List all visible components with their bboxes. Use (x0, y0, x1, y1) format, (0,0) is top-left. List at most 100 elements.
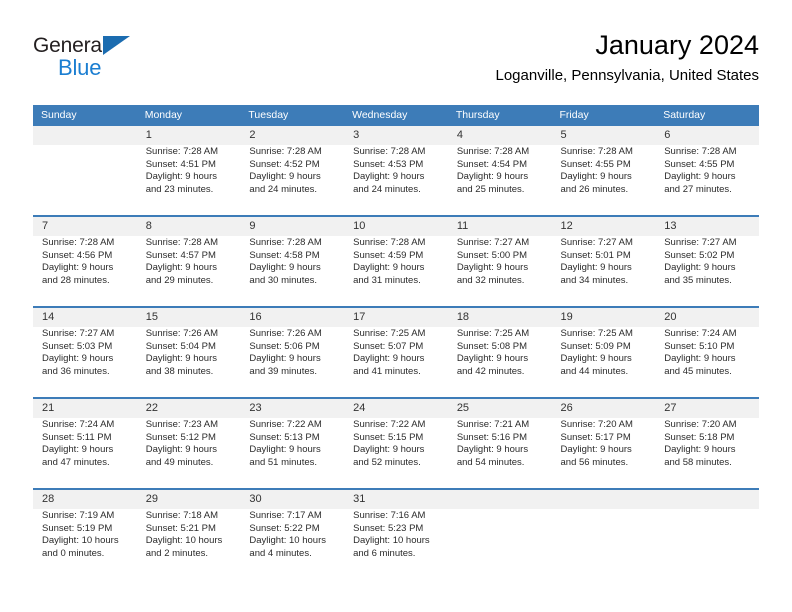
calendar-day-cell[interactable] (447, 488, 552, 579)
calendar-day-cell[interactable]: 20 Sunrise: 7:24 AM Sunset: 5:10 PM Dayl… (655, 306, 759, 398)
sunset-text: Sunset: 5:04 PM (145, 340, 216, 352)
daylight-text-line2: and 28 minutes. (42, 274, 110, 286)
daylight-text-line2: and 6 minutes. (353, 547, 416, 559)
sunset-text: Sunset: 5:18 PM (664, 431, 735, 443)
day-number: 15 (145, 311, 158, 323)
calendar-day-cell[interactable] (551, 488, 656, 579)
calendar-day-cell[interactable]: 27 Sunrise: 7:20 AM Sunset: 5:18 PM Dayl… (655, 397, 759, 489)
sunset-text: Sunset: 5:09 PM (560, 340, 631, 352)
daylight-text-line2: and 29 minutes. (145, 274, 214, 286)
day-number: 29 (145, 493, 158, 505)
sunrise-text: Sunrise: 7:26 AM (249, 328, 322, 339)
daylight-text-line1: Daylight: 9 hours (249, 353, 321, 364)
day-number: 14 (42, 311, 55, 323)
sunrise-text: Sunrise: 7:28 AM (353, 146, 426, 157)
calendar-day-cell[interactable]: 3 Sunrise: 7:28 AM Sunset: 4:53 PM Dayli… (344, 126, 448, 216)
calendar-day-cell[interactable]: 2 Sunrise: 7:28 AM Sunset: 4:52 PM Dayli… (240, 126, 345, 216)
sunset-text: Sunset: 4:58 PM (249, 249, 320, 261)
calendar-day-cell[interactable]: 22 Sunrise: 7:23 AM Sunset: 5:12 PM Dayl… (136, 397, 241, 489)
calendar-day-cell[interactable]: 18 Sunrise: 7:25 AM Sunset: 5:08 PM Dayl… (447, 306, 552, 398)
calendar-day-cell[interactable]: 12 Sunrise: 7:27 AM Sunset: 5:01 PM Dayl… (551, 215, 656, 307)
sunrise-text: Sunrise: 7:25 AM (353, 328, 426, 339)
calendar-day-cell[interactable]: 5 Sunrise: 7:28 AM Sunset: 4:55 PM Dayli… (551, 126, 656, 216)
weekday-header-sunday: Sunday (33, 105, 137, 126)
calendar-day-cell[interactable]: 6 Sunrise: 7:28 AM Sunset: 4:55 PM Dayli… (655, 126, 759, 216)
title-block: January 2024 Loganville, Pennsylvania, U… (496, 28, 760, 87)
day-number: 5 (560, 129, 567, 141)
day-details: Sunrise: 7:23 AM Sunset: 5:12 PM Dayligh… (137, 415, 241, 469)
sunset-text: Sunset: 5:17 PM (560, 431, 631, 443)
calendar-day-cell[interactable]: 15 Sunrise: 7:26 AM Sunset: 5:04 PM Dayl… (136, 306, 241, 398)
day-number: 26 (560, 402, 573, 414)
day-details (655, 506, 759, 510)
calendar-day-cell[interactable]: 4 Sunrise: 7:28 AM Sunset: 4:54 PM Dayli… (447, 126, 552, 216)
calendar-day-cell[interactable]: 10 Sunrise: 7:28 AM Sunset: 4:59 PM Dayl… (344, 215, 448, 307)
calendar-day-cell[interactable]: 9 Sunrise: 7:28 AM Sunset: 4:58 PM Dayli… (240, 215, 345, 307)
day-number: 22 (145, 402, 158, 414)
sunset-text: Sunset: 4:53 PM (353, 158, 424, 170)
calendar-day-cell[interactable]: 26 Sunrise: 7:20 AM Sunset: 5:17 PM Dayl… (551, 397, 656, 489)
calendar-day-cell[interactable]: 29 Sunrise: 7:18 AM Sunset: 5:21 PM Dayl… (136, 488, 241, 579)
calendar-day-cell[interactable]: 30 Sunrise: 7:17 AM Sunset: 5:22 PM Dayl… (240, 488, 345, 579)
calendar-week-row: 21 Sunrise: 7:24 AM Sunset: 5:11 PM Dayl… (33, 397, 759, 489)
calendar-day-cell[interactable]: 17 Sunrise: 7:25 AM Sunset: 5:07 PM Dayl… (344, 306, 448, 398)
calendar-week-row: 28 Sunrise: 7:19 AM Sunset: 5:19 PM Dayl… (33, 488, 759, 579)
daylight-text-line2: and 35 minutes. (664, 274, 732, 286)
daylight-text-line2: and 54 minutes. (456, 456, 525, 468)
day-details: Sunrise: 7:17 AM Sunset: 5:22 PM Dayligh… (240, 506, 344, 560)
calendar-day-cell[interactable]: 16 Sunrise: 7:26 AM Sunset: 5:06 PM Dayl… (240, 306, 345, 398)
sunrise-text: Sunrise: 7:25 AM (456, 328, 530, 339)
daylight-text-line1: Daylight: 9 hours (249, 444, 321, 455)
general-blue-logo[interactable]: General Blue (33, 34, 163, 84)
daylight-text-line1: Daylight: 9 hours (249, 262, 321, 273)
daylight-text-line1: Daylight: 9 hours (353, 171, 425, 182)
day-details: Sunrise: 7:22 AM Sunset: 5:13 PM Dayligh… (240, 415, 344, 469)
daylight-text-line2: and 42 minutes. (456, 365, 525, 377)
sunrise-text: Sunrise: 7:27 AM (42, 328, 115, 339)
calendar-table: Sunday Monday Tuesday Wednesday Thursday… (33, 105, 759, 579)
calendar-day-cell[interactable]: 7 Sunrise: 7:28 AM Sunset: 4:56 PM Dayli… (33, 215, 137, 307)
daylight-text-line1: Daylight: 9 hours (664, 171, 736, 182)
day-number (33, 126, 137, 142)
calendar-day-cell[interactable]: 1 Sunrise: 7:28 AM Sunset: 4:51 PM Dayli… (136, 126, 241, 216)
calendar-day-cell[interactable] (33, 126, 137, 216)
calendar-day-cell[interactable]: 21 Sunrise: 7:24 AM Sunset: 5:11 PM Dayl… (33, 397, 137, 489)
day-number: 11 (456, 220, 469, 232)
calendar-day-cell[interactable]: 31 Sunrise: 7:16 AM Sunset: 5:23 PM Dayl… (344, 488, 448, 579)
daylight-text-line2: and 45 minutes. (664, 365, 732, 377)
sunset-text: Sunset: 4:59 PM (353, 249, 424, 261)
calendar-day-cell[interactable]: 19 Sunrise: 7:25 AM Sunset: 5:09 PM Dayl… (551, 306, 656, 398)
calendar-day-cell[interactable] (655, 488, 759, 579)
calendar-day-cell[interactable]: 14 Sunrise: 7:27 AM Sunset: 5:03 PM Dayl… (33, 306, 137, 398)
day-number: 10 (353, 220, 366, 232)
weekday-header-row: Sunday Monday Tuesday Wednesday Thursday… (33, 105, 759, 126)
daylight-text-line2: and 51 minutes. (249, 456, 318, 468)
day-details: Sunrise: 7:28 AM Sunset: 4:59 PM Dayligh… (344, 233, 448, 287)
sunset-text: Sunset: 5:13 PM (249, 431, 320, 443)
calendar-day-cell[interactable]: 13 Sunrise: 7:27 AM Sunset: 5:02 PM Dayl… (655, 215, 759, 307)
day-number: 6 (664, 129, 671, 141)
calendar-day-cell[interactable]: 28 Sunrise: 7:19 AM Sunset: 5:19 PM Dayl… (33, 488, 137, 579)
calendar-day-cell[interactable]: 24 Sunrise: 7:22 AM Sunset: 5:15 PM Dayl… (344, 397, 448, 489)
calendar-day-cell[interactable]: 23 Sunrise: 7:22 AM Sunset: 5:13 PM Dayl… (240, 397, 345, 489)
calendar-day-cell[interactable]: 25 Sunrise: 7:21 AM Sunset: 5:16 PM Dayl… (447, 397, 552, 489)
daylight-text-line2: and 24 minutes. (249, 183, 318, 195)
daylight-text-line2: and 32 minutes. (456, 274, 525, 286)
sunrise-text: Sunrise: 7:28 AM (664, 146, 737, 157)
day-details: Sunrise: 7:28 AM Sunset: 4:54 PM Dayligh… (448, 142, 552, 196)
sunrise-text: Sunrise: 7:20 AM (560, 419, 633, 430)
day-details: Sunrise: 7:28 AM Sunset: 4:55 PM Dayligh… (655, 142, 759, 196)
calendar-day-cell[interactable]: 11 Sunrise: 7:27 AM Sunset: 5:00 PM Dayl… (447, 215, 552, 307)
calendar-week-row: 1 Sunrise: 7:28 AM Sunset: 4:51 PM Dayli… (33, 126, 759, 216)
sunset-text: Sunset: 4:55 PM (560, 158, 631, 170)
sunrise-text: Sunrise: 7:28 AM (145, 237, 219, 248)
day-number: 20 (664, 311, 677, 323)
sunrise-text: Sunrise: 7:28 AM (42, 237, 115, 248)
sunrise-text: Sunrise: 7:22 AM (249, 419, 322, 430)
daylight-text-line1: Daylight: 9 hours (664, 262, 736, 273)
sunset-text: Sunset: 5:16 PM (456, 431, 528, 443)
sunset-text: Sunset: 5:21 PM (145, 522, 216, 534)
day-details: Sunrise: 7:25 AM Sunset: 5:09 PM Dayligh… (552, 324, 656, 378)
calendar-day-cell[interactable]: 8 Sunrise: 7:28 AM Sunset: 4:57 PM Dayli… (136, 215, 241, 307)
sunset-text: Sunset: 4:57 PM (145, 249, 216, 261)
